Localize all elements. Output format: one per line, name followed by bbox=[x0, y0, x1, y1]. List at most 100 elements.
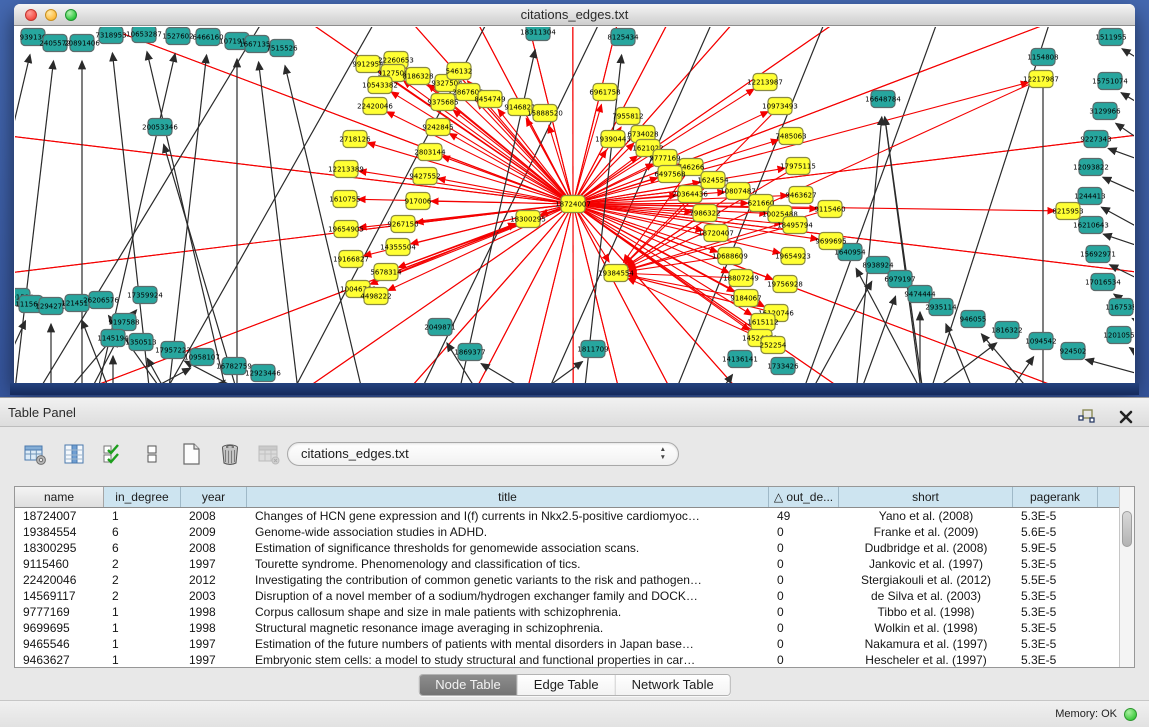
table-cell[interactable]: 1 bbox=[104, 620, 181, 636]
table-cell[interactable]: 6 bbox=[104, 524, 181, 540]
black-edge[interactable] bbox=[30, 27, 270, 383]
table-cell[interactable]: 2 bbox=[104, 572, 181, 588]
table-cell[interactable]: 9699695 bbox=[15, 620, 104, 636]
table-cell[interactable]: 5.3E-5 bbox=[1013, 652, 1098, 668]
table-cell[interactable]: Disruption of a novel member of a sodium… bbox=[247, 588, 769, 604]
minimize-window-icon[interactable] bbox=[45, 9, 57, 21]
table-cell[interactable]: 1997 bbox=[181, 652, 247, 668]
table-cell[interactable]: 6 bbox=[104, 540, 181, 556]
table-cell[interactable]: Genome-wide association studies in ADHD. bbox=[247, 524, 769, 540]
black-edge[interactable] bbox=[1108, 148, 1134, 169]
table-cell[interactable]: 0 bbox=[769, 604, 839, 620]
table-cell[interactable]: Changes of HCN gene expression and I(f) … bbox=[247, 508, 769, 524]
table-cell[interactable]: 0 bbox=[769, 588, 839, 604]
table-cell[interactable]: Nakamura et al. (1997) bbox=[839, 636, 1013, 652]
table-cell[interactable]: Tourette syndrome. Phenomenology and cla… bbox=[247, 556, 769, 572]
table-row[interactable]: 969969511998Structural magnetic resonanc… bbox=[15, 620, 1134, 636]
table-cell[interactable]: 5.3E-5 bbox=[1013, 588, 1098, 604]
red-edge[interactable] bbox=[453, 110, 573, 204]
table-row[interactable]: 1456911722003Disruption of a novel membe… bbox=[15, 588, 1134, 604]
black-edge[interactable] bbox=[15, 61, 53, 383]
column-header-4[interactable]: △ out_de... bbox=[769, 487, 839, 507]
column-header-1[interactable]: in_degree bbox=[104, 487, 181, 507]
table-cell[interactable]: 22420046 bbox=[15, 572, 104, 588]
network-window-titlebar[interactable]: citations_edges.txt bbox=[14, 4, 1135, 26]
column-header-2[interactable]: year bbox=[181, 487, 247, 507]
table-cell[interactable]: 2012 bbox=[181, 572, 247, 588]
table-cell[interactable]: 0 bbox=[769, 540, 839, 556]
table-cell[interactable]: 5.3E-5 bbox=[1013, 604, 1098, 620]
black-edge[interactable] bbox=[15, 55, 30, 383]
black-edge[interactable] bbox=[923, 343, 997, 383]
table-cell[interactable]: 1 bbox=[104, 604, 181, 620]
table-cell[interactable]: Dudbridge et al. (2008) bbox=[839, 540, 1013, 556]
table-cell[interactable]: 2008 bbox=[181, 540, 247, 556]
tab-network-table[interactable]: Network Table bbox=[616, 675, 730, 695]
table-row[interactable]: 977716911998Corpus callosum shape and si… bbox=[15, 604, 1134, 620]
close-window-icon[interactable] bbox=[25, 9, 37, 21]
black-edge[interactable] bbox=[509, 362, 582, 383]
table-cell[interactable]: Hescheler et al. (1997) bbox=[839, 652, 1013, 668]
table-cell[interactable]: Wolkin et al. (1998) bbox=[839, 620, 1013, 636]
table-settings-icon[interactable] bbox=[22, 441, 48, 467]
column-header-5[interactable]: short bbox=[839, 487, 1013, 507]
table-cell[interactable]: 1 bbox=[104, 652, 181, 668]
black-edge[interactable] bbox=[698, 375, 732, 383]
black-edge[interactable] bbox=[946, 324, 983, 383]
table-row[interactable]: 911546021997Tourette syndrome. Phenomeno… bbox=[15, 556, 1134, 572]
table-row[interactable]: 2242004622012Investigating the contribut… bbox=[15, 572, 1134, 588]
table-cell[interactable]: Embryonic stem cells: a model to study s… bbox=[247, 652, 769, 668]
zoom-window-icon[interactable] bbox=[65, 9, 77, 21]
network-canvas[interactable]: 9391362405572208914067318953106532871527… bbox=[15, 27, 1134, 383]
table-cell[interactable]: 0 bbox=[769, 652, 839, 668]
tab-edge-table[interactable]: Edge Table bbox=[518, 675, 616, 695]
table-cell[interactable]: Investigating the contribution of common… bbox=[247, 572, 769, 588]
table-cell[interactable]: 5.6E-5 bbox=[1013, 524, 1098, 540]
table-cell[interactable]: 1998 bbox=[181, 604, 247, 620]
table-cell[interactable]: 0 bbox=[769, 636, 839, 652]
table-cell[interactable]: 0 bbox=[769, 572, 839, 588]
table-cell[interactable]: 19384554 bbox=[15, 524, 104, 540]
table-row[interactable]: 946554611997Estimation of the future num… bbox=[15, 636, 1134, 652]
table-cell[interactable]: 9463627 bbox=[15, 652, 104, 668]
black-edge[interactable] bbox=[1103, 177, 1134, 205]
table-cell[interactable]: 18300295 bbox=[15, 540, 104, 556]
table-row[interactable]: 1830029562008Estimation of significance … bbox=[15, 540, 1134, 556]
delete-icon[interactable] bbox=[217, 441, 243, 467]
table-cell[interactable]: Structural magnetic resonance image aver… bbox=[247, 620, 769, 636]
table-cell[interactable]: Corpus callosum shape and size in male p… bbox=[247, 604, 769, 620]
select-rows-icon[interactable] bbox=[100, 441, 126, 467]
black-edge[interactable] bbox=[1121, 93, 1134, 119]
row-height-icon[interactable] bbox=[139, 441, 165, 467]
table-cell[interactable]: 5.3E-5 bbox=[1013, 556, 1098, 572]
table-row[interactable]: 946362711997Embryonic stem cells: a mode… bbox=[15, 652, 1134, 668]
black-edge[interactable] bbox=[481, 364, 554, 383]
new-table-icon[interactable] bbox=[178, 441, 204, 467]
black-edge[interactable] bbox=[1086, 359, 1134, 381]
table-cell[interactable]: 9465546 bbox=[15, 636, 104, 652]
black-edge[interactable] bbox=[885, 117, 925, 383]
table-cell[interactable]: Estimation of the future numbers of pati… bbox=[247, 636, 769, 652]
table-cell[interactable]: 0 bbox=[769, 620, 839, 636]
table-cell[interactable]: 9115460 bbox=[15, 556, 104, 572]
table-cell[interactable]: 5.5E-5 bbox=[1013, 572, 1098, 588]
table-cell[interactable]: 1 bbox=[104, 636, 181, 652]
table-cell[interactable]: 18724007 bbox=[15, 508, 104, 524]
black-edge[interactable] bbox=[147, 52, 228, 383]
network-view[interactable]: 9391362405572208914067318953106532871527… bbox=[15, 27, 1134, 383]
table-cell[interactable]: Stergiakouli et al. (2012) bbox=[839, 572, 1013, 588]
tab-node-table[interactable]: Node Table bbox=[419, 675, 518, 695]
table-cell[interactable]: 1 bbox=[104, 508, 181, 524]
table-cell[interactable]: 1997 bbox=[181, 636, 247, 652]
black-edge[interactable] bbox=[1130, 348, 1134, 373]
table-cell[interactable]: 5.3E-5 bbox=[1013, 508, 1098, 524]
table-cell[interactable]: de Silva et al. (2003) bbox=[839, 588, 1013, 604]
scrollbar-thumb[interactable] bbox=[1122, 511, 1132, 547]
table-cell[interactable]: Jankovic et al. (1997) bbox=[839, 556, 1013, 572]
table-column-icon[interactable] bbox=[61, 441, 87, 467]
table-cell[interactable]: 49 bbox=[769, 508, 839, 524]
table-cell[interactable]: 0 bbox=[769, 556, 839, 572]
table-cell[interactable]: 5.9E-5 bbox=[1013, 540, 1098, 556]
red-edge[interactable] bbox=[367, 143, 573, 204]
table-select-dropdown[interactable]: citations_edges.txt ▲▼ bbox=[287, 442, 679, 466]
